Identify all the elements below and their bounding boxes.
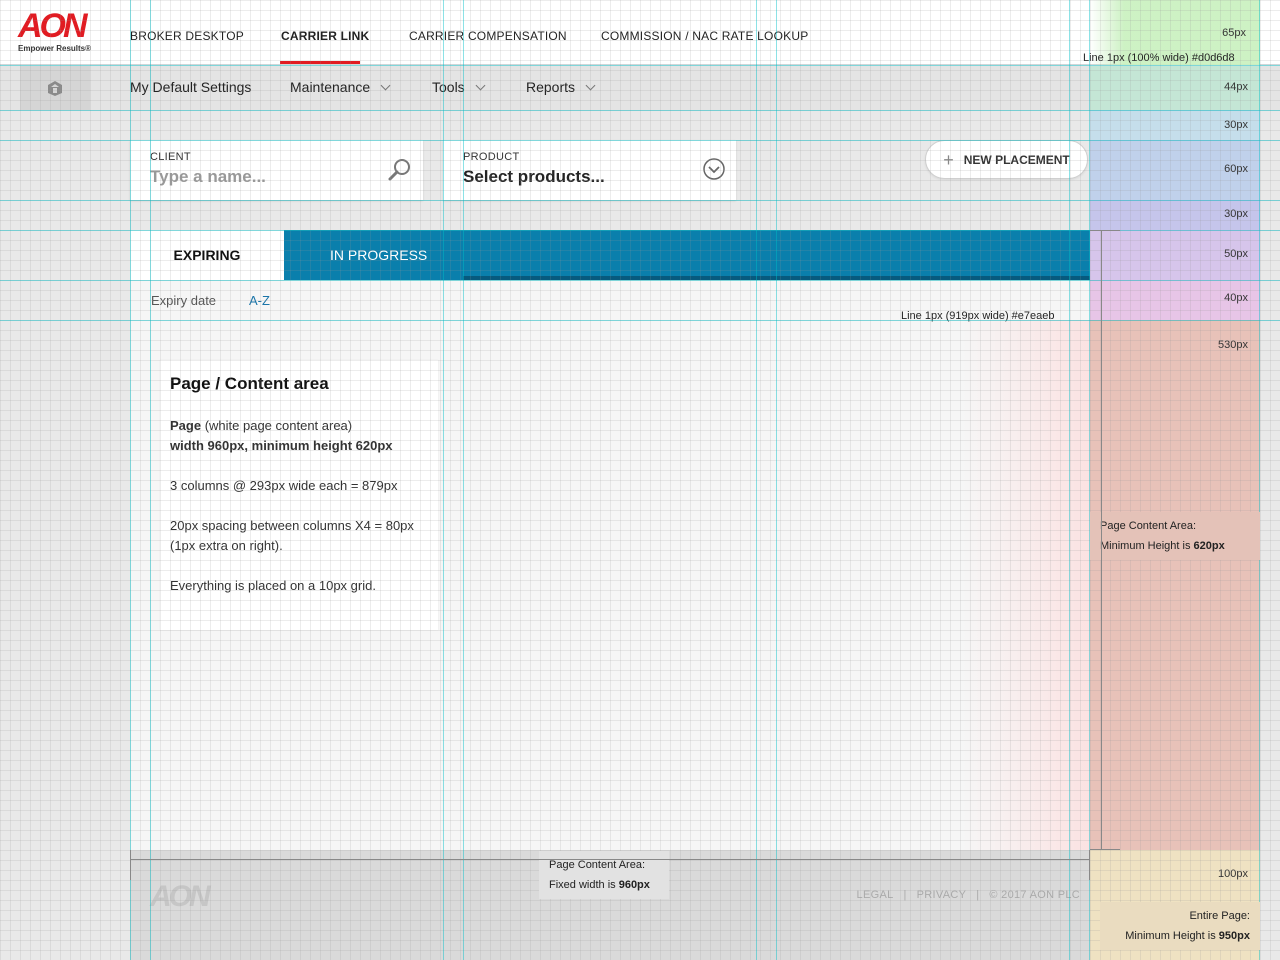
info-size: width 960px, minimum height 620px bbox=[170, 438, 393, 453]
subnav-tools[interactable]: Tools bbox=[432, 79, 486, 95]
footer-separator: | bbox=[903, 889, 907, 901]
subnav-reports-label: Reports bbox=[526, 79, 576, 95]
footer-privacy-link[interactable]: PRIVACY bbox=[917, 889, 967, 901]
chevron-circle-down-icon[interactable] bbox=[702, 157, 726, 181]
secondary-nav: My Default Settings Maintenance Tools Re… bbox=[0, 66, 1280, 110]
home-button[interactable] bbox=[20, 66, 90, 110]
footer-copyright: © 2017 AON PLC bbox=[989, 889, 1080, 901]
footer-links: LEGAL | PRIVACY | © 2017 AON PLC bbox=[857, 889, 1080, 901]
client-input[interactable]: Type a name... bbox=[150, 167, 266, 187]
callout-min-label: Minimum Height is bbox=[1100, 540, 1194, 552]
product-select[interactable]: PRODUCT Select products... bbox=[443, 140, 736, 200]
entire-page-title: Entire Page: bbox=[1189, 910, 1250, 922]
client-label: CLIENT bbox=[150, 151, 191, 163]
new-placement-label: NEW PLACEMENT bbox=[963, 152, 1070, 167]
content-min-height-callout: Page Content Area: Minimum Height is 620… bbox=[1090, 512, 1260, 560]
line-full-note: Line 1px (100% wide) #d0d6d8 bbox=[1083, 52, 1235, 64]
logo-tagline: Empower Results® bbox=[18, 44, 92, 53]
chevron-down-icon bbox=[475, 80, 486, 91]
product-label: PRODUCT bbox=[463, 151, 520, 163]
subnav-reports[interactable]: Reports bbox=[526, 79, 596, 95]
annot-label-40: 40px bbox=[1224, 292, 1248, 304]
annot-label-30a: 30px bbox=[1224, 119, 1248, 131]
callout-min-value: 620px bbox=[1193, 540, 1225, 552]
annot-label-50: 50px bbox=[1224, 248, 1248, 260]
tab-bar-blue: IN PROGRESS bbox=[284, 230, 1090, 280]
annot-label-60: 60px bbox=[1224, 163, 1248, 175]
tab-bar-underline bbox=[463, 276, 1090, 280]
dim-tick-left bbox=[130, 850, 131, 880]
info-page-bold: Page bbox=[170, 418, 202, 433]
info-spacing: 20px spacing between columns X4 = 80px (… bbox=[170, 518, 414, 553]
annot-label-530: 530px bbox=[1218, 339, 1248, 351]
entire-min-label: Minimum Height is bbox=[1125, 930, 1219, 942]
annot-label-100: 100px bbox=[1218, 868, 1248, 880]
fixed-value: 960px bbox=[618, 879, 650, 891]
annot-label-30b: 30px bbox=[1224, 208, 1248, 220]
product-value[interactable]: Select products... bbox=[463, 167, 605, 187]
info-title: Page / Content area bbox=[170, 374, 329, 393]
subnav-tools-label: Tools bbox=[432, 79, 465, 95]
row-guide bbox=[0, 110, 1280, 111]
entire-page-callout: Entire Page: Minimum Height is 950px bbox=[1100, 902, 1260, 950]
new-placement-button[interactable]: + NEW PLACEMENT bbox=[925, 140, 1088, 179]
plus-icon: + bbox=[943, 149, 954, 170]
nav-broker-desktop[interactable]: BROKER DESKTOP bbox=[130, 29, 244, 43]
annot-label-65: 65px bbox=[1222, 27, 1246, 39]
annot-band-530 bbox=[1090, 320, 1260, 850]
tab-expiring[interactable]: EXPIRING bbox=[130, 230, 284, 280]
info-page-desc: Page (white page content area) width 960p… bbox=[170, 416, 438, 456]
sort-row: Expiry date A-Z bbox=[151, 293, 270, 308]
entire-page-min: Minimum Height is 950px bbox=[1110, 926, 1250, 946]
info-columns: 3 columns @ 293px wide each = 879px bbox=[170, 478, 398, 493]
client-search-field[interactable]: CLIENT Type a name... bbox=[130, 140, 423, 200]
fixed-title: Page Content Area: bbox=[549, 859, 646, 871]
fixed-label: Fixed width is bbox=[549, 879, 619, 891]
nav-carrier-compensation[interactable]: CARRIER COMPENSATION bbox=[409, 29, 567, 43]
subnav-maintenance-label: Maintenance bbox=[290, 79, 371, 95]
chevron-down-icon bbox=[585, 80, 596, 91]
sort-az-link[interactable]: A-Z bbox=[249, 293, 270, 308]
logo-brand: AON bbox=[18, 7, 88, 45]
tab-in-progress[interactable]: IN PROGRESS bbox=[330, 247, 427, 263]
dim-tick-bottom bbox=[1090, 849, 1120, 850]
dim-line-horizontal bbox=[130, 859, 1090, 860]
dim-tick-top bbox=[1090, 230, 1120, 231]
chevron-down-icon bbox=[380, 80, 391, 91]
footer-logo: AON bbox=[150, 880, 211, 913]
sort-label: Expiry date bbox=[151, 293, 217, 308]
info-grid: Everything is placed on a 10px grid. bbox=[170, 578, 376, 593]
row-guide bbox=[0, 200, 1280, 201]
fixed-width: Fixed width is 960px bbox=[549, 875, 659, 895]
subnav-default-settings[interactable]: My Default Settings bbox=[130, 79, 251, 95]
dim-tick-right bbox=[1089, 850, 1090, 880]
entire-min-value: 950px bbox=[1218, 930, 1250, 942]
search-icon[interactable] bbox=[387, 157, 413, 183]
annot-fade bbox=[960, 320, 1090, 850]
footer-legal-link[interactable]: LEGAL bbox=[857, 889, 894, 901]
nav-commission-lookup[interactable]: COMMISSION / NAC RATE LOOKUP bbox=[601, 29, 808, 43]
info-page-rest: (white page content area) bbox=[201, 418, 353, 433]
active-nav-indicator bbox=[280, 61, 360, 64]
nav-carrier-link[interactable]: CARRIER LINK bbox=[281, 29, 369, 43]
footer-separator: | bbox=[976, 889, 980, 901]
annot-label-44: 44px bbox=[1224, 81, 1248, 93]
dim-line-vertical bbox=[1101, 230, 1102, 850]
content-area-info-card: Page / Content area Page (white page con… bbox=[160, 360, 438, 630]
home-icon bbox=[48, 81, 62, 96]
callout-title: Page Content Area: bbox=[1100, 520, 1197, 532]
aon-logo[interactable]: AON Empower Results® bbox=[18, 7, 98, 56]
tab-bar: EXPIRING IN PROGRESS bbox=[130, 230, 1090, 280]
subnav-maintenance[interactable]: Maintenance bbox=[290, 79, 391, 95]
callout-min-height: Minimum Height is 620px bbox=[1100, 536, 1250, 556]
